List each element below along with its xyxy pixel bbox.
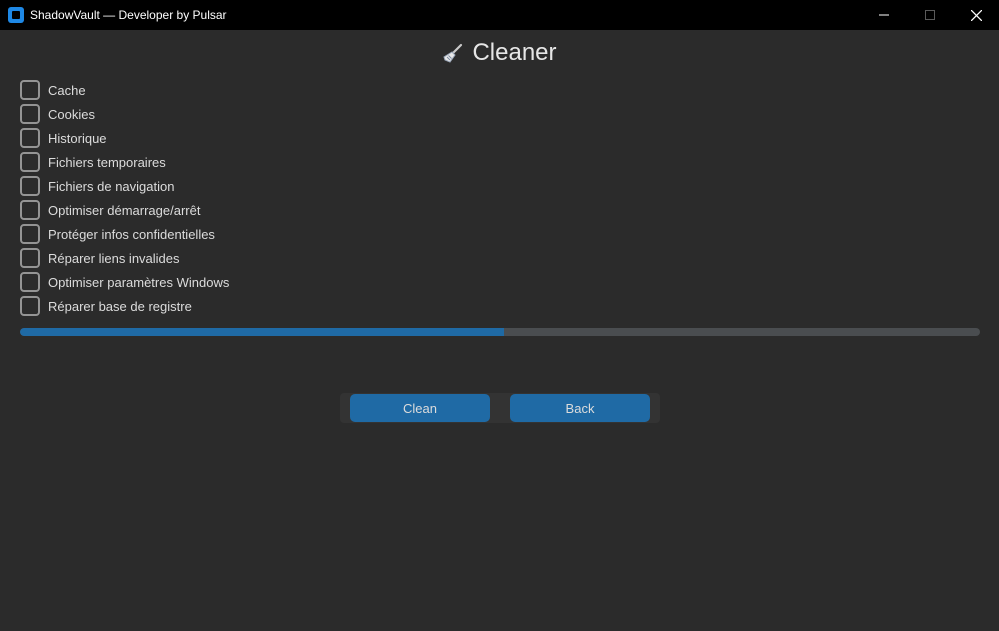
checkbox[interactable] (20, 224, 40, 244)
close-icon (970, 9, 982, 21)
checkbox[interactable] (20, 296, 40, 316)
option-fichiers-temporaires[interactable]: Fichiers temporaires (20, 150, 229, 174)
option-label: Cookies (48, 106, 95, 122)
title-bar[interactable]: ShadowVault — Developer by Pulsar (0, 0, 999, 30)
option-label: Historique (48, 130, 107, 146)
option-label: Protéger infos confidentielles (48, 226, 215, 242)
option-label: Optimiser paramètres Windows (48, 274, 230, 290)
page-header: Cleaner (0, 36, 999, 70)
checkbox[interactable] (20, 128, 40, 148)
cleaner-options-list: Cache Cookies Historique Fichiers tempor… (20, 78, 229, 318)
window-title: ShadowVault — Developer by Pulsar (30, 8, 227, 22)
option-optimiser-demarrage[interactable]: Optimiser démarrage/arrêt (20, 198, 229, 222)
clean-button[interactable]: Clean (350, 394, 490, 422)
option-cookies[interactable]: Cookies (20, 102, 229, 126)
option-label: Réparer base de registre (48, 298, 192, 314)
progress-bar (20, 328, 980, 336)
option-reparer-liens[interactable]: Réparer liens invalides (20, 246, 229, 270)
checkbox[interactable] (20, 200, 40, 220)
page-title: Cleaner (472, 39, 557, 66)
option-reparer-registre[interactable]: Réparer base de registre (20, 294, 229, 318)
option-label: Réparer liens invalides (48, 250, 180, 266)
checkbox[interactable] (20, 272, 40, 292)
option-cache[interactable]: Cache (20, 78, 229, 102)
option-fichiers-navigation[interactable]: Fichiers de navigation (20, 174, 229, 198)
option-historique[interactable]: Historique (20, 126, 229, 150)
broom-icon (443, 43, 463, 63)
app-window: ShadowVault — Developer by Pulsar Cleane… (0, 0, 999, 631)
option-proteger-infos[interactable]: Protéger infos confidentielles (20, 222, 229, 246)
maximize-icon (925, 10, 935, 20)
app-icon (8, 7, 24, 23)
action-button-bar: Clean Back (340, 393, 660, 423)
option-label: Fichiers de navigation (48, 178, 175, 194)
checkbox[interactable] (20, 248, 40, 268)
checkbox[interactable] (20, 152, 40, 172)
maximize-button[interactable] (907, 0, 953, 30)
back-button[interactable]: Back (510, 394, 650, 422)
minimize-icon (879, 14, 889, 16)
option-label: Fichiers temporaires (48, 154, 166, 170)
checkbox[interactable] (20, 176, 40, 196)
progress-fill (20, 328, 504, 336)
checkbox[interactable] (20, 80, 40, 100)
option-label: Cache (48, 82, 86, 98)
option-label: Optimiser démarrage/arrêt (48, 202, 201, 218)
checkbox[interactable] (20, 104, 40, 124)
minimize-button[interactable] (861, 0, 907, 30)
close-button[interactable] (953, 0, 999, 30)
option-optimiser-windows[interactable]: Optimiser paramètres Windows (20, 270, 229, 294)
